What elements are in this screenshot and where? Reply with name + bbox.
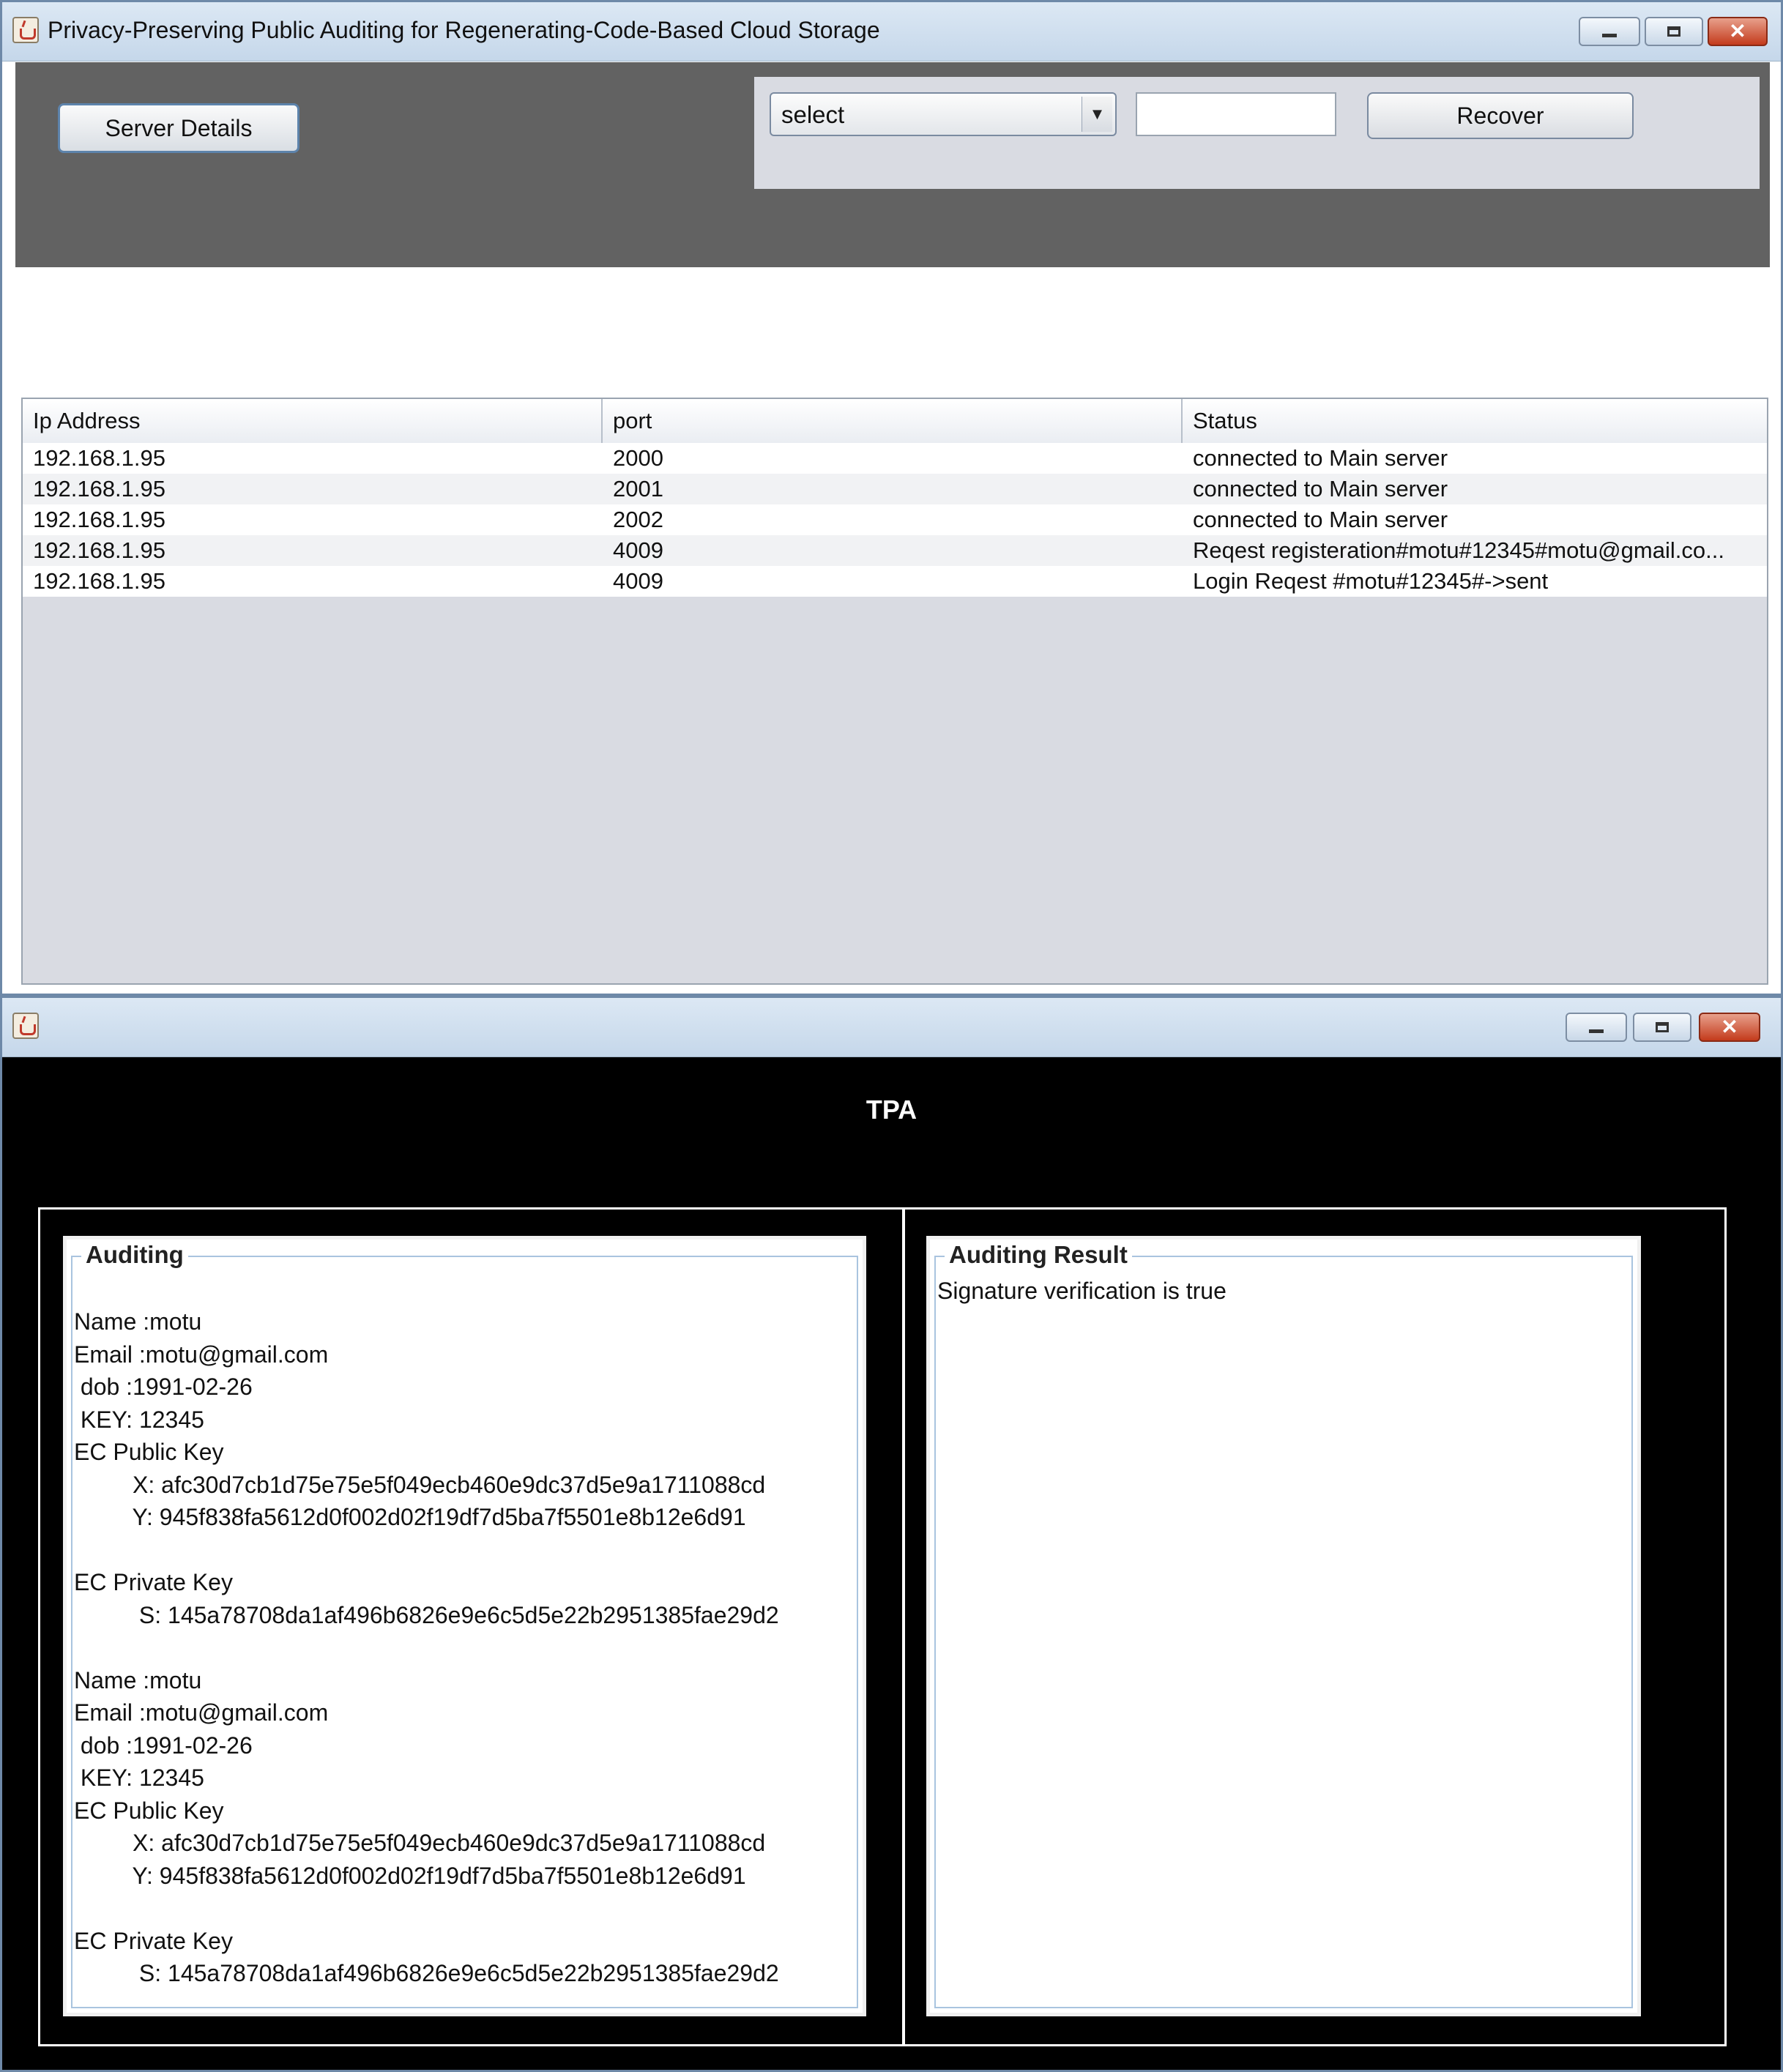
server-window: Privacy-Preserving Public Auditing for R… (0, 0, 1783, 996)
auditing-panel: Auditing Name :motu Email :motu@gmail.co… (63, 1236, 866, 2016)
minimize-button[interactable] (1566, 1013, 1627, 1042)
spacer-area (15, 267, 1770, 398)
minimize-icon (1589, 1029, 1604, 1033)
cell-ip: 192.168.1.95 (33, 476, 166, 502)
close-icon: ✕ (1729, 20, 1746, 42)
table-row[interactable]: 192.168.1.95 2001 connected to Main serv… (23, 474, 1767, 504)
table-row[interactable]: 192.168.1.95 4009 Login Reqest #motu#123… (23, 566, 1767, 597)
close-button[interactable]: ✕ (1699, 1013, 1760, 1042)
cell-ip: 192.168.1.95 (33, 537, 166, 563)
recover-panel: select ▼ Recover (754, 77, 1760, 189)
cell-port: 2002 (613, 507, 663, 532)
auditing-text-area[interactable]: Name :motu Email :motu@gmail.com dob :19… (74, 1305, 858, 1990)
cell-status: connected to Main server (1193, 507, 1448, 532)
window-title: Privacy-Preserving Public Auditing for R… (48, 17, 880, 43)
server-select-dropdown[interactable]: select ▼ (770, 92, 1117, 136)
table-row[interactable]: 192.168.1.95 2000 connected to Main serv… (23, 443, 1767, 474)
server-table: Ip Address port Status 192.168.1.95 2000… (21, 398, 1768, 985)
cell-status: connected to Main server (1193, 476, 1448, 502)
server-details-button[interactable]: Server Details (58, 103, 299, 153)
recover-input[interactable] (1136, 92, 1336, 136)
table-row[interactable]: 192.168.1.95 4009 Reqest registeration#m… (23, 535, 1767, 566)
cell-ip: 192.168.1.95 (33, 568, 166, 594)
auditing-result-legend: Auditing Result (945, 1241, 1132, 1269)
column-header-port[interactable]: port (603, 399, 1183, 443)
divider (902, 1210, 905, 2044)
column-header-status[interactable]: Status (1183, 399, 1767, 443)
auditing-result-text[interactable]: Signature verification is true (937, 1278, 1226, 1305)
table-row[interactable]: 192.168.1.95 2002 connected to Main serv… (23, 504, 1767, 535)
auditing-result-border: Auditing Result (934, 1241, 1633, 2008)
cell-ip: 192.168.1.95 (33, 445, 166, 471)
cell-status: Reqest registeration#motu#12345#motu@gma… (1193, 537, 1724, 563)
close-icon: ✕ (1721, 1015, 1738, 1038)
maximize-icon (1667, 26, 1680, 37)
cell-port: 2000 (613, 445, 663, 471)
java-cup-icon (12, 1013, 39, 1039)
title-bar[interactable]: ✕ (2, 998, 1781, 1057)
auditing-legend: Auditing (81, 1241, 188, 1269)
cell-status: Login Reqest #motu#12345#->sent (1193, 568, 1549, 594)
page-title: TPA (866, 1095, 917, 1125)
maximize-button[interactable] (1645, 17, 1703, 46)
chevron-down-icon[interactable]: ▼ (1082, 97, 1112, 132)
column-header-ip[interactable]: Ip Address (23, 399, 603, 443)
close-button[interactable]: ✕ (1708, 17, 1768, 46)
maximize-icon (1656, 1022, 1669, 1032)
recover-button[interactable]: Recover (1367, 92, 1634, 139)
title-bar[interactable]: Privacy-Preserving Public Auditing for R… (2, 2, 1781, 62)
minimize-icon (1602, 34, 1617, 37)
cell-status: connected to Main server (1193, 445, 1448, 471)
select-value: select (781, 101, 845, 128)
cell-port: 4009 (613, 568, 663, 594)
top-control-panel: Server Details select ▼ Recover (15, 62, 1770, 267)
java-cup-icon (12, 17, 39, 43)
cell-port: 4009 (613, 537, 663, 563)
maximize-button[interactable] (1633, 1013, 1691, 1042)
cell-ip: 192.168.1.95 (33, 507, 166, 532)
table-header: Ip Address port Status (23, 399, 1767, 444)
auditing-result-panel: Auditing Result Signature verification i… (926, 1236, 1641, 2016)
minimize-button[interactable] (1579, 17, 1640, 46)
cell-port: 2001 (613, 476, 663, 502)
